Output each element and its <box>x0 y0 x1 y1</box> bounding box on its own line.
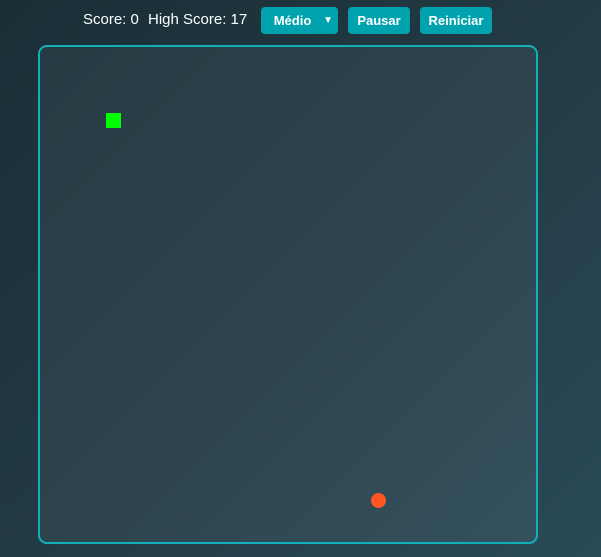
difficulty-selected-label: Médio <box>273 13 312 28</box>
game-board[interactable] <box>38 45 538 544</box>
difficulty-select[interactable]: Médio ▼ <box>261 7 338 34</box>
score-display: Score: 0 <box>83 11 139 28</box>
chevron-down-icon: ▼ <box>323 15 333 26</box>
food-item <box>371 493 386 508</box>
pause-button[interactable]: Pausar <box>348 7 410 34</box>
high-score-display: High Score: 17 <box>148 11 248 28</box>
restart-button[interactable]: Reiniciar <box>420 7 492 34</box>
game-toolbar: Score: 0 High Score: 17 Médio ▼ Pausar R… <box>0 6 601 36</box>
snake-head <box>106 113 121 128</box>
